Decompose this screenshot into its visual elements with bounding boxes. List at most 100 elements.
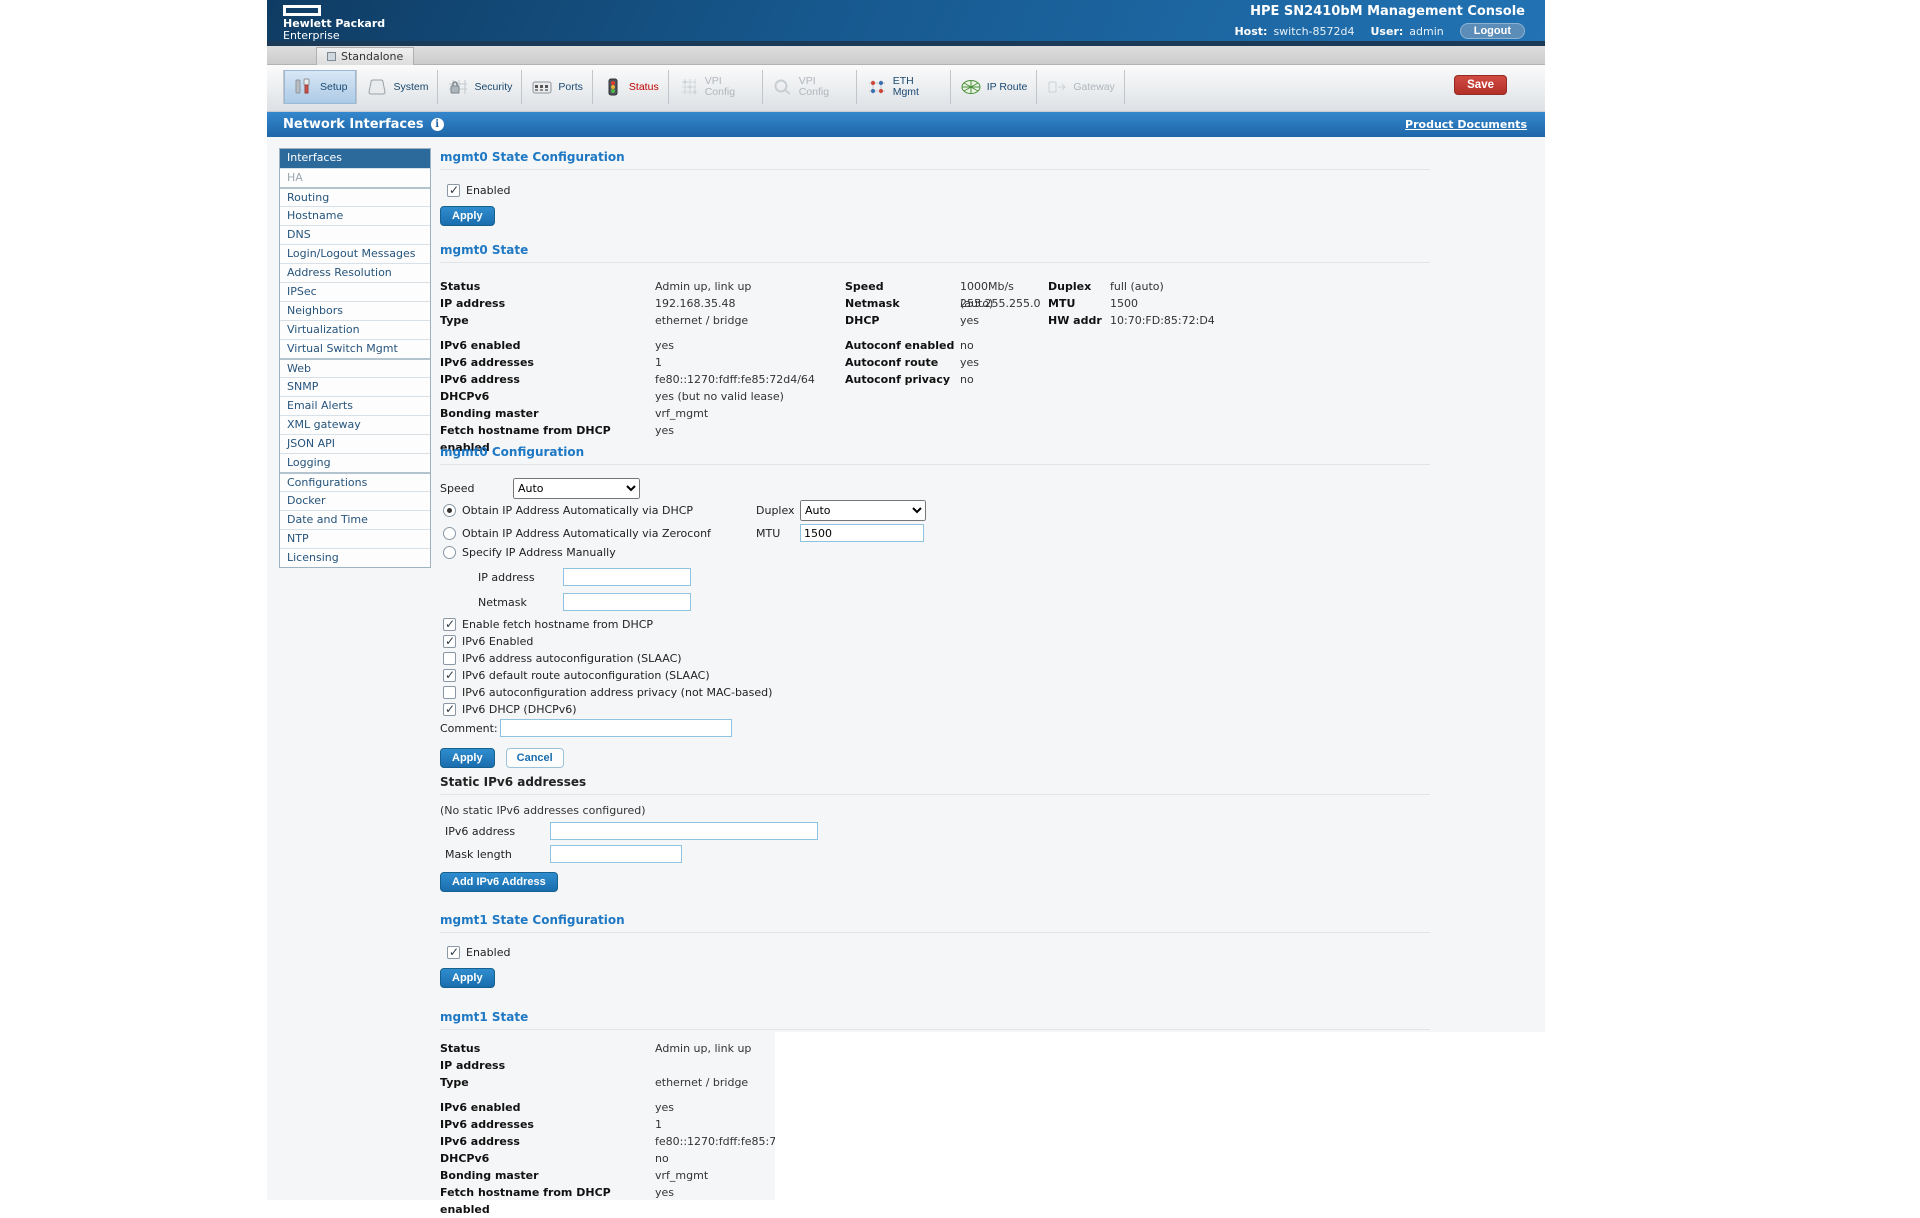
hpe-logo-rect-icon bbox=[283, 5, 321, 16]
sidebar-item-licensing[interactable]: Licensing bbox=[280, 548, 430, 567]
sidebar-item-date-and-time[interactable]: Date and Time bbox=[280, 510, 430, 529]
state-label: Fetch hostname from DHCP enabled bbox=[440, 1184, 655, 1218]
toolbar-button-system[interactable]: System bbox=[357, 70, 438, 104]
duplex-label: Duplex bbox=[756, 504, 800, 517]
toolbar-button-eth-mgmt[interactable]: ETH Mgmt bbox=[857, 70, 951, 104]
user-label: User: bbox=[1371, 25, 1404, 38]
sidebar-nav: InterfacesHARoutingHostnameDNSLogin/Logo… bbox=[279, 148, 431, 568]
state-label: IPv6 addresses bbox=[440, 1116, 655, 1133]
static-ipv6-address-row: IPv6 address bbox=[445, 822, 818, 840]
state-value: ethernet / bridge bbox=[655, 312, 845, 329]
speed-select[interactable]: Auto bbox=[513, 478, 640, 499]
sidebar-item-configurations[interactable]: Configurations bbox=[280, 472, 430, 491]
state-label: Netmask bbox=[845, 295, 960, 312]
tab-standalone[interactable]: Standalone bbox=[316, 47, 414, 65]
comment-label: Comment: bbox=[440, 722, 500, 735]
sidebar-item-email-alerts[interactable]: Email Alerts bbox=[280, 396, 430, 415]
checkbox-ipv6-enabled[interactable] bbox=[443, 635, 456, 648]
state-value: fe80::1270:fdff:fe85:72d4/64 bbox=[655, 371, 845, 388]
ip-address-label: IP address bbox=[478, 571, 563, 584]
checkbox-row-enable-fetch-hostname-from-dhcp: Enable fetch hostname from DHCP bbox=[443, 616, 772, 633]
state-value: yes bbox=[655, 337, 845, 354]
sidebar-item-login-logout-messages[interactable]: Login/Logout Messages bbox=[280, 244, 430, 263]
state-label bbox=[845, 388, 960, 405]
section-heading-mgmt0-state: mgmt0 State bbox=[440, 243, 1430, 263]
standalone-tab-icon bbox=[327, 52, 336, 61]
checkbox-enable-fetch-hostname-from-dhcp[interactable] bbox=[443, 618, 456, 631]
state-value bbox=[1110, 354, 1430, 371]
comment-input[interactable] bbox=[500, 719, 732, 737]
sidebar-item-ntp[interactable]: NTP bbox=[280, 529, 430, 548]
sidebar-item-logging[interactable]: Logging bbox=[280, 453, 430, 472]
toolbar-button-ports[interactable]: Ports bbox=[522, 70, 593, 104]
checkbox-ipv6-dhcp-dhcpv6[interactable] bbox=[443, 703, 456, 716]
sidebar-item-json-api[interactable]: JSON API bbox=[280, 434, 430, 453]
sidebar-item-xml-gateway[interactable]: XML gateway bbox=[280, 415, 430, 434]
sidebar-item-ipsec[interactable]: IPSec bbox=[280, 282, 430, 301]
sidebar-item-docker[interactable]: Docker bbox=[280, 491, 430, 510]
mgmt1-enabled-checkbox[interactable] bbox=[447, 946, 460, 959]
duplex-select[interactable]: Auto bbox=[800, 500, 926, 521]
info-icon[interactable]: i bbox=[431, 118, 444, 131]
config-buttons-row: Apply Cancel bbox=[440, 746, 564, 768]
mgmt0-config-cancel-button[interactable]: Cancel bbox=[506, 748, 564, 768]
mgmt0-config-apply-button[interactable]: Apply bbox=[440, 748, 495, 768]
speed-row: Speed Auto bbox=[440, 478, 640, 499]
mtu-label: MTU bbox=[756, 527, 800, 540]
sidebar-item-dns[interactable]: DNS bbox=[280, 225, 430, 244]
checkbox-ipv6-address-autoconfiguration-slaac[interactable] bbox=[443, 652, 456, 665]
state-value: yes (but no valid lease) bbox=[655, 388, 845, 405]
save-button[interactable]: Save bbox=[1454, 75, 1507, 95]
mgmt0-state-apply-button[interactable]: Apply bbox=[440, 206, 495, 226]
mask-length-input[interactable] bbox=[550, 845, 682, 863]
state-label: IPv6 enabled bbox=[440, 337, 655, 354]
checkbox-ipv6-default-route-autoconfiguration-slaac[interactable] bbox=[443, 669, 456, 682]
toolbar-button-label: Security bbox=[474, 82, 512, 93]
toolbar-button-label: Gateway bbox=[1073, 82, 1114, 93]
page-title-bar: Network Interfaces i Product Documents bbox=[267, 112, 1545, 137]
mgmt1-state-apply-button[interactable]: Apply bbox=[440, 968, 495, 988]
ipv6-checkbox-list: Enable fetch hostname from DHCPIPv6 Enab… bbox=[443, 616, 772, 718]
standalone-tab-label: Standalone bbox=[341, 50, 403, 63]
netmask-input[interactable] bbox=[563, 593, 691, 611]
product-documents-link[interactable]: Product Documents bbox=[1405, 118, 1527, 131]
sidebar-item-hostname[interactable]: Hostname bbox=[280, 206, 430, 225]
toolbar-button-ip-route[interactable]: IP Route bbox=[951, 70, 1038, 104]
mtu-input[interactable] bbox=[800, 524, 924, 542]
toolbar-button-label: VPI Config bbox=[799, 76, 847, 98]
ip-address-input[interactable] bbox=[563, 568, 691, 586]
radio-obtain-ip-address-automatically-via-dhcp[interactable] bbox=[443, 504, 456, 517]
checkbox-ipv6-autoconfiguration-address-privacy-not-mac-based[interactable] bbox=[443, 686, 456, 699]
static-ipv6-address-input[interactable] bbox=[550, 822, 818, 840]
sidebar-item-ha: HA bbox=[280, 168, 430, 187]
sidebar-item-virtualization[interactable]: Virtualization bbox=[280, 320, 430, 339]
toolbar-button-security[interactable]: Security bbox=[438, 70, 522, 104]
mgmt0-enabled-checkbox[interactable] bbox=[447, 184, 460, 197]
radio-obtain-ip-address-automatically-via-zeroconf[interactable] bbox=[443, 527, 456, 540]
sidebar-item-routing[interactable]: Routing bbox=[280, 187, 430, 206]
state-value bbox=[960, 405, 1048, 422]
sidebar-item-snmp[interactable]: SNMP bbox=[280, 377, 430, 396]
toolbar-button-status[interactable]: Status bbox=[593, 70, 669, 104]
state-table-row: Bonding mastervrf_mgmt bbox=[440, 405, 1430, 422]
state-value: 10:70:FD:85:72:D4 bbox=[1110, 312, 1430, 329]
logout-button[interactable]: Logout bbox=[1460, 23, 1525, 39]
sidebar-item-neighbors[interactable]: Neighbors bbox=[280, 301, 430, 320]
mgmt1-enabled-row: Enabled bbox=[447, 946, 510, 959]
mgmt0-state-table: StatusAdmin up, link upSpeed1000Mb/s (au… bbox=[440, 278, 1430, 439]
main-toolbar: SetupSystem Security PortsStatus VPI Config… bbox=[267, 65, 1545, 112]
state-value bbox=[1110, 405, 1430, 422]
add-ipv6-address-button[interactable]: Add IPv6 Address bbox=[440, 872, 558, 892]
radio-specify-ip-address-manually[interactable] bbox=[443, 546, 456, 559]
state-label: IPv6 addresses bbox=[440, 354, 655, 371]
sidebar-item-interfaces[interactable]: Interfaces bbox=[280, 149, 430, 168]
sidebar-item-address-resolution[interactable]: Address Resolution bbox=[280, 263, 430, 282]
sidebar-item-virtual-switch-mgmt[interactable]: Virtual Switch Mgmt bbox=[280, 339, 430, 358]
vpi-search-icon bbox=[772, 78, 794, 96]
toolbar-button-label: ETH Mgmt bbox=[893, 76, 941, 98]
sidebar-item-web[interactable]: Web bbox=[280, 358, 430, 377]
toolbar-button-setup[interactable]: Setup bbox=[283, 70, 357, 104]
section-heading-mgmt0-config: mgmt0 Configuration bbox=[440, 445, 1430, 465]
state-label: HW addr bbox=[1048, 312, 1110, 329]
mgmt1-enabled-label: Enabled bbox=[466, 946, 510, 959]
